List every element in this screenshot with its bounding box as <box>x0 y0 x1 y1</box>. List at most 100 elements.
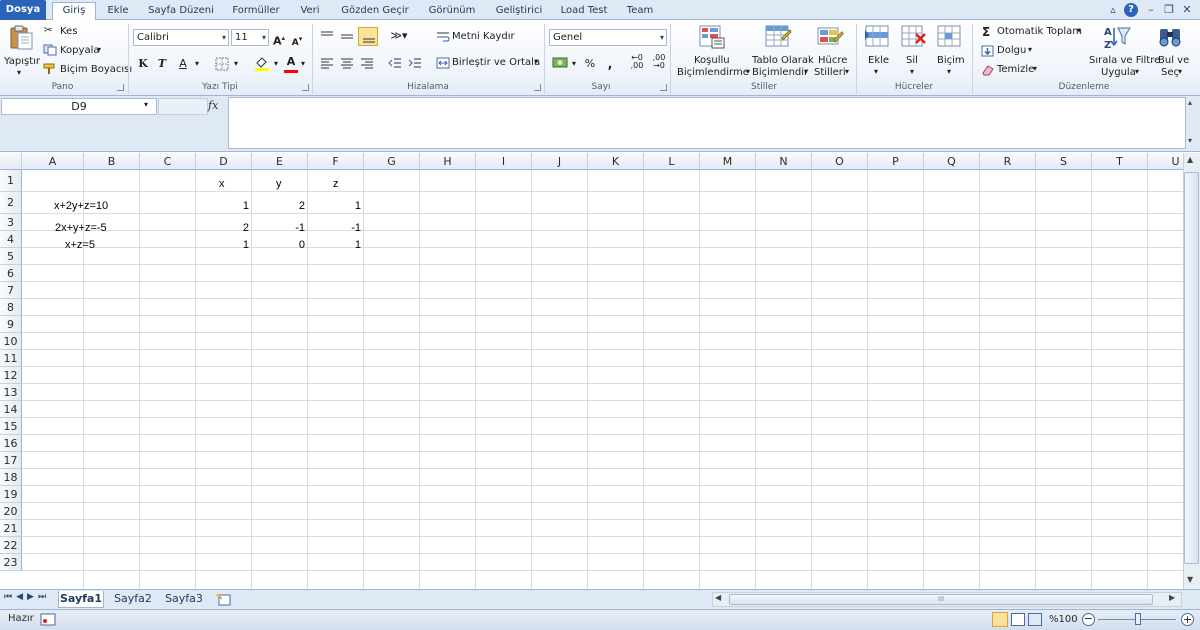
tab-developer[interactable]: Geliştirici <box>490 3 548 20</box>
row-header-20[interactable]: 20 <box>0 503 22 520</box>
font-color-dropdown-icon[interactable]: ▾ <box>298 56 308 72</box>
grow-font-icon[interactable]: A▴ <box>272 30 286 48</box>
row-header-5[interactable]: 5 <box>0 248 22 265</box>
borders-icon[interactable] <box>215 57 229 71</box>
scroll-right-icon[interactable]: ▶ <box>1169 593 1175 602</box>
find-select-dropdown-icon[interactable]: ▾ <box>1178 67 1182 76</box>
help-icon[interactable]: ? <box>1124 3 1138 17</box>
conditional-formatting-icon[interactable] <box>698 24 726 50</box>
row-header-1[interactable]: 1 <box>0 170 22 192</box>
column-header-e[interactable]: E <box>252 153 308 170</box>
row-header-23[interactable]: 23 <box>0 554 22 571</box>
fill-color-dropdown-icon[interactable]: ▾ <box>271 56 281 72</box>
cell-A4[interactable]: x+z=5 <box>65 239 95 251</box>
tab-data[interactable]: Veri <box>292 3 328 20</box>
minimize-icon[interactable]: – <box>1144 3 1158 17</box>
column-header-k[interactable]: K <box>588 153 644 170</box>
column-header-q[interactable]: Q <box>924 153 980 170</box>
borders-dropdown-icon[interactable]: ▾ <box>231 56 241 72</box>
scroll-left-icon[interactable]: ◀ <box>715 593 721 602</box>
paste-icon[interactable] <box>8 24 36 50</box>
cell-D2[interactable]: 1 <box>196 200 249 212</box>
align-left-icon[interactable] <box>320 57 334 69</box>
number-dialog-launcher-icon[interactable] <box>660 84 667 91</box>
horizontal-scrollbar[interactable]: ◀ III ▶ <box>712 592 1182 607</box>
cell-A2[interactable]: x+2y+z=10 <box>54 200 108 212</box>
cell-A3[interactable]: 2x+y+z=-5 <box>55 222 107 234</box>
clear-dropdown-icon[interactable]: ▾ <box>1033 64 1037 73</box>
sort-filter-label-1[interactable]: Sırala ve Filtre <box>1089 55 1160 66</box>
select-all-corner[interactable] <box>0 153 22 170</box>
row-header-2[interactable]: 2 <box>0 192 22 214</box>
bold-button[interactable]: K <box>136 56 150 72</box>
zoom-out-icon[interactable]: − <box>1082 613 1095 626</box>
cell-E2[interactable]: 2 <box>252 200 305 212</box>
column-header-a[interactable]: A <box>22 153 84 170</box>
cell-D4[interactable]: 1 <box>196 239 249 251</box>
vertical-scroll-thumb[interactable] <box>1184 172 1199 564</box>
horizontal-scroll-thumb[interactable]: III <box>729 594 1153 605</box>
insert-cells-dropdown-icon[interactable]: ▾ <box>874 67 878 76</box>
row-header-21[interactable]: 21 <box>0 520 22 537</box>
format-cells-button[interactable]: Biçim <box>937 55 965 66</box>
insert-cells-button[interactable]: Ekle <box>868 55 889 66</box>
formula-bar-expand-icon[interactable]: ▾ <box>1188 136 1192 145</box>
percent-button[interactable]: % <box>583 56 597 72</box>
tab-page-layout[interactable]: Sayfa Düzeni <box>142 3 220 20</box>
align-right-icon[interactable] <box>360 57 374 69</box>
number-format-select[interactable]: Genel ▾ <box>549 29 667 46</box>
sheet-nav-icons[interactable]: ⏮◀▶⏭ <box>4 592 50 602</box>
row-header-18[interactable]: 18 <box>0 469 22 486</box>
row-header-14[interactable]: 14 <box>0 401 22 418</box>
underline-dropdown-icon[interactable]: ▾ <box>192 56 202 72</box>
column-header-l[interactable]: L <box>644 153 700 170</box>
row-header-7[interactable]: 7 <box>0 282 22 299</box>
tab-file[interactable]: Dosya <box>0 0 46 20</box>
copy-button[interactable]: Kopyala <box>60 45 99 56</box>
italic-button[interactable]: T <box>155 56 169 72</box>
merge-center-button[interactable]: Birleştir ve Ortala <box>452 57 540 68</box>
cell-F3[interactable]: -1 <box>308 222 361 234</box>
cell-E1[interactable]: y <box>276 178 282 190</box>
restore-icon[interactable]: ❐ <box>1162 3 1176 17</box>
format-as-table-label-1[interactable]: Tablo Olarak <box>752 55 814 66</box>
row-header-16[interactable]: 16 <box>0 435 22 452</box>
column-header-n[interactable]: N <box>756 153 812 170</box>
merge-dropdown-icon[interactable]: ▾ <box>534 57 538 66</box>
worksheet-grid[interactable]: ABCDEFGHIJKLMNOPQRSTU 1 2 3 4 5 6 7 8 9 10 11 12 13 1… <box>0 153 1183 589</box>
zoom-in-icon[interactable]: + <box>1181 613 1194 626</box>
row-header-17[interactable]: 17 <box>0 452 22 469</box>
formula-input[interactable] <box>228 97 1186 149</box>
format-painter-button[interactable]: Biçim Boyacısı <box>60 64 132 75</box>
column-header-d[interactable]: D <box>196 153 252 170</box>
currency-dropdown-icon[interactable]: ▾ <box>569 56 579 72</box>
autosum-button[interactable]: Otomatik Toplam <box>997 26 1082 37</box>
cell-styles-icon[interactable] <box>816 24 844 50</box>
format-cells-icon[interactable] <box>936 24 964 50</box>
scroll-up-icon[interactable]: ▲ <box>1187 155 1193 164</box>
increase-indent-icon[interactable] <box>408 57 422 69</box>
alignment-dialog-launcher-icon[interactable] <box>534 84 541 91</box>
sort-filter-label-2[interactable]: Uygula <box>1101 67 1136 78</box>
cell-styles-dropdown-icon[interactable]: ▾ <box>845 67 849 76</box>
tab-view[interactable]: Görünüm <box>420 3 484 20</box>
column-header-u[interactable]: U <box>1148 153 1183 170</box>
tab-formulas[interactable]: Formüller <box>226 3 286 20</box>
row-header-3[interactable]: 3 <box>0 214 22 231</box>
wrap-text-button[interactable]: Metni Kaydır <box>452 31 515 42</box>
column-header-j[interactable]: J <box>532 153 588 170</box>
column-header-g[interactable]: G <box>364 153 420 170</box>
delete-cells-dropdown-icon[interactable]: ▾ <box>910 67 914 76</box>
column-header-b[interactable]: B <box>84 153 140 170</box>
align-top-icon[interactable] <box>320 30 334 42</box>
tab-review[interactable]: Gözden Geçir <box>336 3 414 20</box>
copy-dropdown-icon[interactable]: ▾ <box>97 45 101 54</box>
row-header-11[interactable]: 11 <box>0 350 22 367</box>
page-layout-view-icon[interactable] <box>1011 613 1025 626</box>
macro-record-icon[interactable] <box>40 613 56 626</box>
column-header-t[interactable]: T <box>1092 153 1148 170</box>
column-header-f[interactable]: F <box>308 153 364 170</box>
autosum-dropdown-icon[interactable]: ▾ <box>1077 26 1081 35</box>
sort-filter-dropdown-icon[interactable]: ▾ <box>1135 67 1139 76</box>
row-header-12[interactable]: 12 <box>0 367 22 384</box>
